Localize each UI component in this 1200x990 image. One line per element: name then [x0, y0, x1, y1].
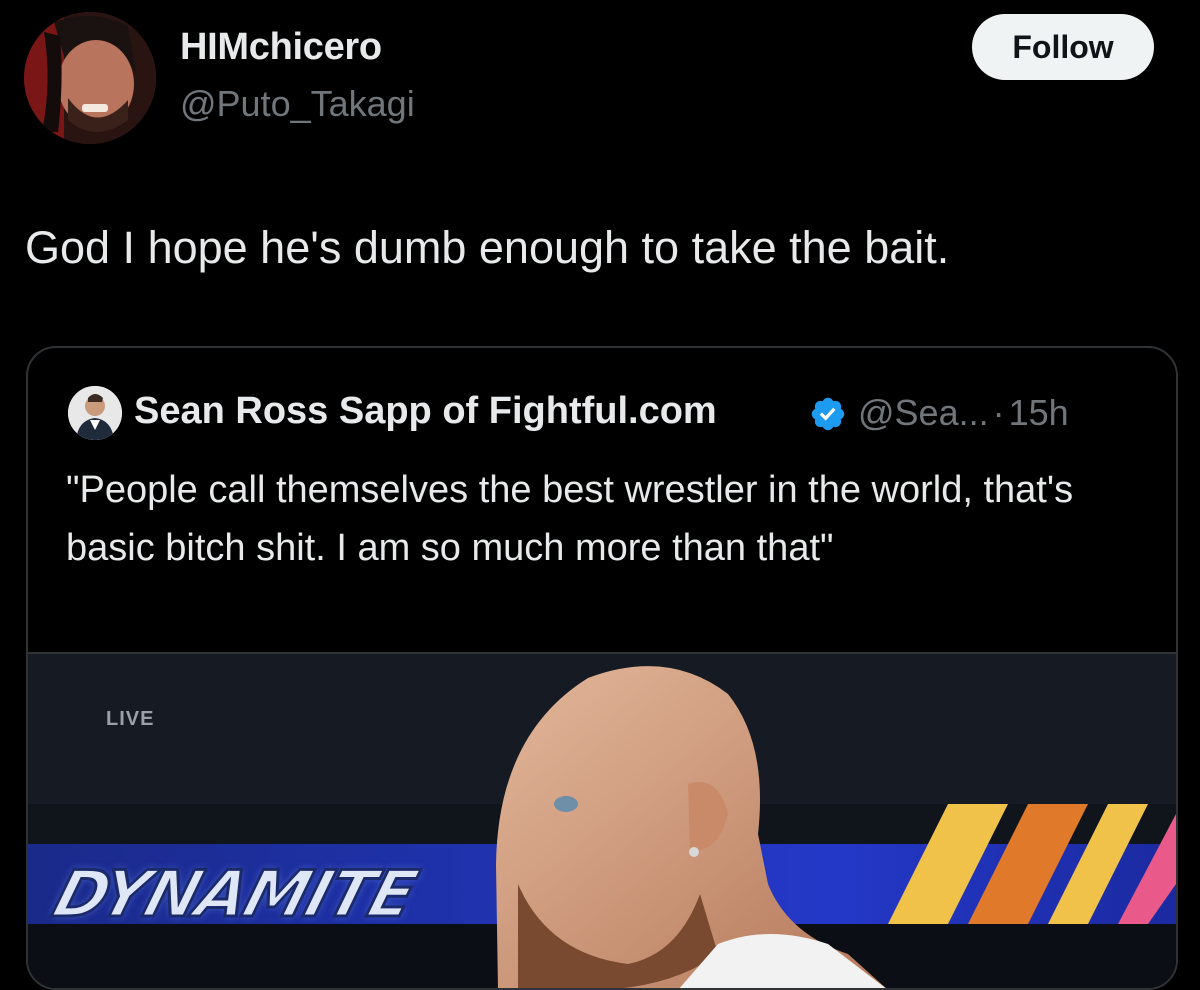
quoted-handle-text: @Sea... [858, 392, 989, 433]
quoted-author-avatar[interactable] [68, 386, 122, 440]
live-label: LIVE [106, 708, 155, 730]
author-display-name[interactable]: HIMchicero [180, 26, 382, 69]
quoted-timestamp[interactable]: 15h [1009, 392, 1069, 433]
quoted-tweet-text: "People call themselves the best wrestle… [66, 469, 1074, 569]
author-handle[interactable]: @Puto_Takagi [180, 83, 415, 125]
verified-badge-icon [811, 397, 845, 431]
quoted-author-display-name[interactable]: Sean Ross Sapp of Fightful.com [134, 390, 717, 433]
quoted-author-handle[interactable]: @Sea... · 15h [858, 392, 1069, 434]
tweet-text: God I hope he's dumb enough to take the … [25, 222, 950, 273]
quoted-tweet-card[interactable]: Sean Ross Sapp of Fightful.com @Sea... · 1… [26, 346, 1178, 990]
author-avatar[interactable] [24, 12, 156, 144]
quoted-media-image[interactable]: LIVE DYNAMITE [28, 652, 1176, 988]
dynamite-logo: DYNAMITE [44, 857, 425, 934]
separator-dot: · [992, 392, 1005, 433]
follow-button[interactable]: Follow [972, 14, 1154, 80]
